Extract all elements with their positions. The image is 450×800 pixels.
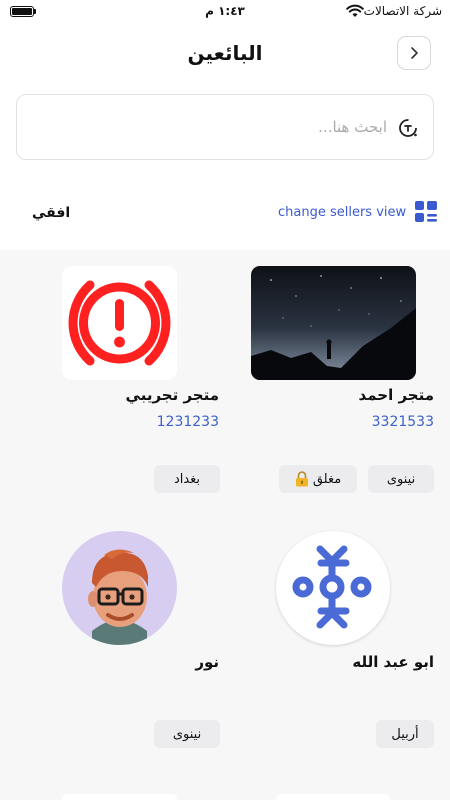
- page-title: البائعين: [187, 41, 263, 65]
- location-chip: أربيل: [376, 720, 434, 748]
- view-bar: افقي change sellers view: [0, 176, 450, 250]
- seller-image: [251, 266, 416, 380]
- search-box: [16, 94, 434, 160]
- seller-name: متجر احمد: [358, 386, 434, 404]
- lock-icon: [295, 471, 308, 487]
- search-icon[interactable]: [397, 116, 421, 140]
- chevron-right-icon: [411, 47, 418, 59]
- current-view-label: افقي: [32, 205, 71, 221]
- change-view-button[interactable]: change sellers view: [278, 201, 438, 224]
- memoji-avatar: [88, 549, 148, 645]
- next-card-peek: [62, 794, 177, 800]
- seller-name: ابو عبد الله: [352, 653, 434, 671]
- carrier-name: شركة الاتصالات: [363, 4, 442, 18]
- seller-name: نور: [195, 653, 219, 671]
- next-card-peek: [276, 794, 390, 800]
- wifi-icon: [346, 4, 364, 17]
- search-input[interactable]: [29, 95, 387, 159]
- back-button[interactable]: [397, 36, 431, 70]
- app-header: البائعين: [0, 24, 450, 84]
- location-chip: بغداد: [154, 465, 220, 493]
- night-sky-image: [251, 266, 416, 380]
- closed-chip: مغلق: [279, 465, 357, 493]
- seller-image: [62, 531, 177, 645]
- location-chip: نينوى: [154, 720, 220, 748]
- seller-phone: 3321533: [371, 414, 434, 430]
- seller-phone: 1231233: [156, 414, 219, 430]
- seller-name: متجر تجريبي: [125, 386, 219, 404]
- search-section: [0, 84, 450, 176]
- status-bar: ١:٤٣ م شركة الاتصالات: [0, 0, 450, 24]
- grid-list-icon: [415, 201, 438, 222]
- seller-image: [276, 531, 390, 645]
- nextcloud-talk-logo: [292, 545, 372, 629]
- warning-icon: [68, 280, 171, 366]
- location-chip: نينوى: [368, 465, 434, 493]
- change-view-label: change sellers view: [278, 205, 407, 220]
- seller-image: [62, 266, 177, 380]
